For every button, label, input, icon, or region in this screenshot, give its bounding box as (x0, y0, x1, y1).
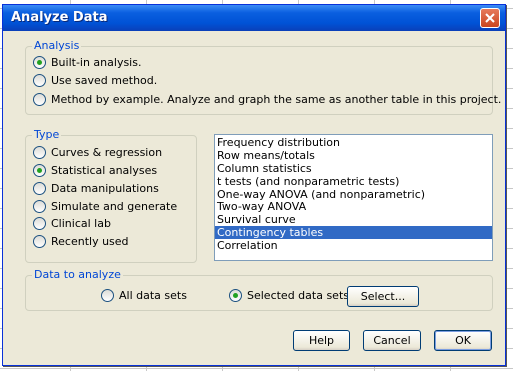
radio-button[interactable] (33, 93, 46, 106)
list-item[interactable]: Correlation (215, 239, 492, 252)
radio-button[interactable] (33, 164, 46, 177)
type-group-label: Type (32, 128, 62, 141)
list-item[interactable]: Column statistics (215, 162, 492, 175)
list-item[interactable]: Two-way ANOVA (215, 200, 492, 214)
radio-button[interactable] (33, 182, 46, 195)
analysis-group-label: Analysis (32, 39, 82, 52)
select-button[interactable]: Select... (347, 286, 419, 307)
list-item[interactable]: One-way ANOVA (and nonparametric) (215, 188, 492, 201)
radio-selected-data-sets[interactable]: Selected data sets (229, 289, 349, 302)
radio-button[interactable] (33, 235, 46, 248)
close-icon (485, 13, 495, 23)
title-bar[interactable]: Analyze Data (3, 5, 505, 31)
help-button[interactable]: Help (293, 330, 350, 351)
radio-button[interactable] (33, 56, 46, 69)
radio-label: Curves & regression (51, 146, 163, 159)
radio-statistical-analyses[interactable]: Statistical analyses (33, 164, 157, 177)
list-item[interactable]: Frequency distribution (215, 136, 492, 149)
radio-all-data-sets[interactable]: All data sets (101, 289, 187, 302)
list-item[interactable]: Row means/totals (215, 149, 492, 162)
analyze-data-dialog: Analyze Data Analysis Built-in analysis.… (2, 4, 506, 366)
radio-button[interactable] (33, 200, 46, 213)
radio-clinical-lab[interactable]: Clinical lab (33, 217, 111, 230)
list-item[interactable]: Survival curve (215, 213, 492, 226)
radio-label: Built-in analysis. (51, 56, 142, 69)
radio-button[interactable] (33, 74, 46, 87)
radio-button[interactable] (229, 289, 242, 302)
radio-simulate-generate[interactable]: Simulate and generate (33, 200, 177, 213)
radio-button[interactable] (101, 289, 114, 302)
radio-data-manipulations[interactable]: Data manipulations (33, 182, 159, 195)
close-button[interactable] (480, 8, 500, 28)
radio-method-by-example[interactable]: Method by example. Analyze and graph the… (33, 93, 501, 106)
list-item-selected[interactable]: Contingency tables (215, 226, 492, 239)
dialog-title: Analyze Data (11, 10, 108, 25)
list-item[interactable]: t tests (and nonparametric tests) (215, 175, 492, 188)
radio-label: Statistical analyses (51, 164, 158, 177)
radio-label: Use saved method. (51, 74, 158, 87)
radio-recently-used[interactable]: Recently used (33, 235, 129, 248)
radio-label: All data sets (119, 289, 187, 302)
radio-label: Recently used (51, 235, 129, 248)
analysis-listbox[interactable]: Frequency distribution Row means/totals … (214, 134, 493, 261)
ok-button[interactable]: OK (434, 330, 492, 351)
radio-label: Selected data sets (247, 289, 349, 302)
radio-label: Data manipulations (51, 182, 159, 195)
radio-label: Method by example. Analyze and graph the… (51, 93, 502, 106)
radio-label: Clinical lab (51, 217, 111, 230)
cancel-button[interactable]: Cancel (363, 330, 421, 351)
radio-button[interactable] (33, 217, 46, 230)
radio-button[interactable] (33, 146, 46, 159)
radio-use-saved-method[interactable]: Use saved method. (33, 74, 157, 87)
radio-built-in-analysis[interactable]: Built-in analysis. (33, 56, 141, 69)
radio-curves-regression[interactable]: Curves & regression (33, 146, 162, 159)
data-to-analyze-label: Data to analyze (32, 268, 123, 281)
radio-label: Simulate and generate (51, 200, 178, 213)
